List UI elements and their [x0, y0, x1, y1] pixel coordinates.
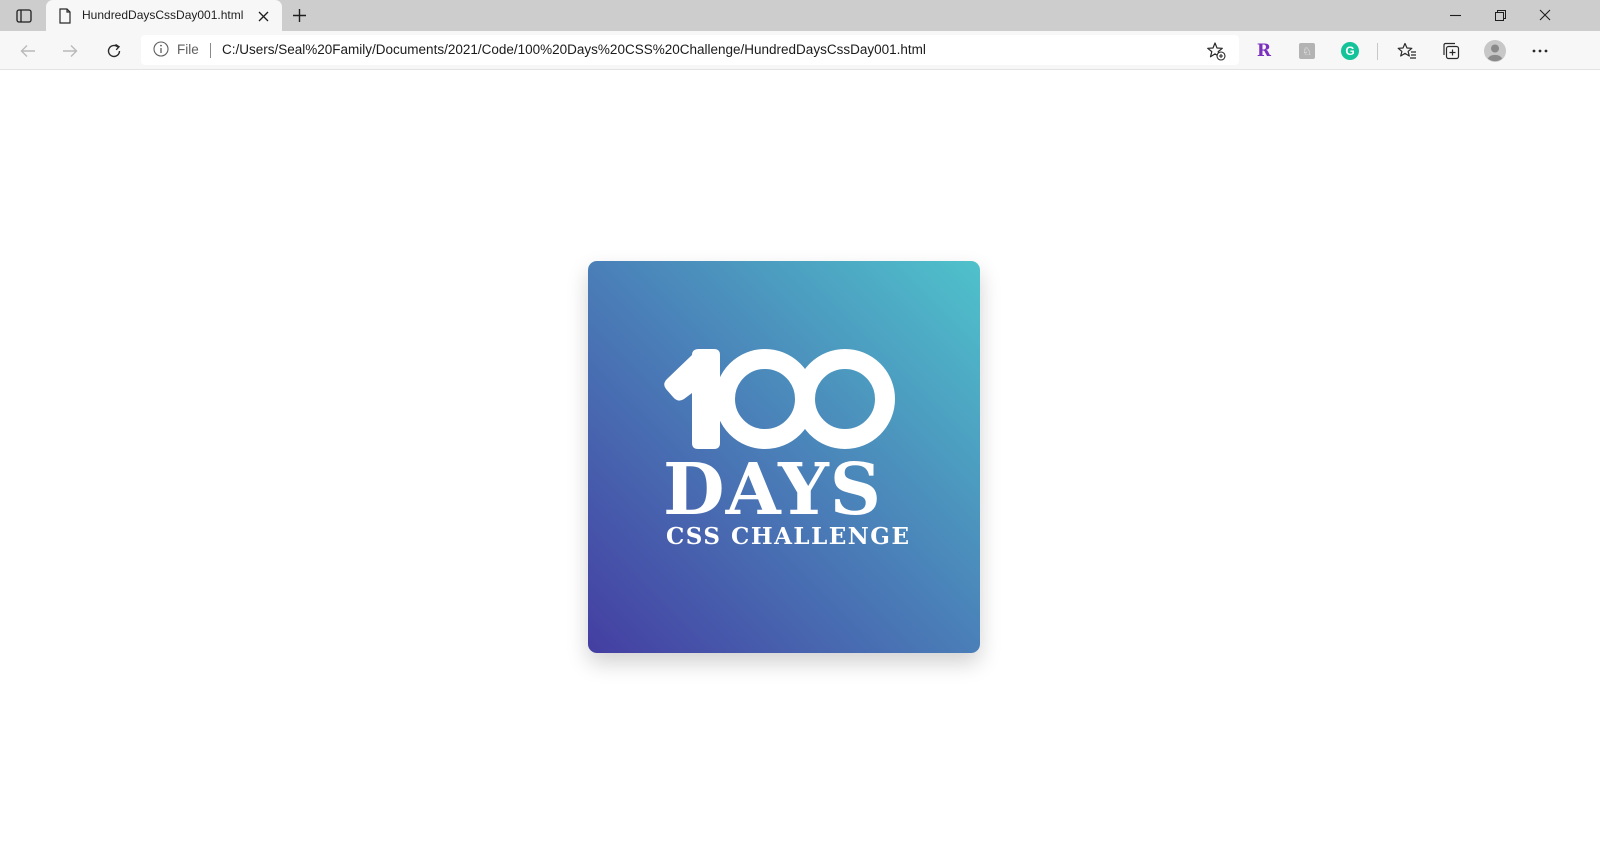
tab-title: HundredDaysCssDay001.html [82, 8, 244, 22]
extension-puzzle-icon: ♘ [1299, 43, 1315, 59]
extension-r-icon: R [1256, 41, 1272, 61]
extension-r-button[interactable]: R [1249, 36, 1279, 66]
more-icon [1532, 49, 1548, 53]
arrow-left-icon [20, 45, 35, 57]
grammarly-icon: G [1341, 42, 1359, 60]
logo-subtitle: CSS CHALLENGE [666, 523, 911, 550]
challenge-card: DAYS CSS CHALLENGE [588, 261, 980, 653]
refresh-icon [107, 43, 121, 58]
active-tab[interactable]: HundredDaysCssDay001.html [46, 0, 282, 31]
collections-icon [1443, 42, 1460, 60]
tab-close-button[interactable] [254, 7, 272, 25]
favorites-icon [1397, 42, 1416, 59]
settings-and-more-button[interactable] [1525, 36, 1555, 66]
tab-strip: HundredDaysCssDay001.html [0, 0, 1600, 31]
browser-toolbar: File C:/Users/Seal%20Family/Documents/20… [0, 31, 1600, 70]
minimize-icon [1449, 14, 1461, 16]
plus-icon [292, 8, 306, 22]
omnibox-divider [210, 43, 211, 58]
collections-button[interactable] [1436, 36, 1466, 66]
address-bar[interactable]: File C:/Users/Seal%20Family/Documents/20… [141, 35, 1239, 65]
back-button[interactable] [14, 37, 42, 65]
url-text[interactable]: C:/Users/Seal%20Family/Documents/2021/Co… [222, 42, 926, 57]
grammarly-extension-button[interactable]: G [1335, 36, 1365, 66]
logo-days-text: DAYS [663, 447, 883, 531]
extension-puzzle-button[interactable]: ♘ [1292, 36, 1322, 66]
favorites-button[interactable] [1392, 36, 1422, 66]
profile-button[interactable] [1480, 36, 1510, 66]
toolbar-separator [1377, 43, 1378, 60]
site-info-label: File [177, 41, 199, 57]
avatar [1484, 40, 1506, 62]
info-icon [153, 41, 169, 57]
restore-button[interactable] [1477, 0, 1523, 30]
restore-icon [1494, 9, 1506, 21]
add-to-favorites-button[interactable] [1205, 40, 1227, 62]
star-add-icon [1207, 42, 1226, 61]
file-icon [59, 8, 71, 24]
close-icon [1539, 9, 1551, 21]
refresh-button[interactable] [100, 37, 128, 65]
site-info-button[interactable]: File [153, 41, 199, 57]
window-close-button[interactable] [1522, 0, 1568, 30]
arrow-right-icon [63, 45, 78, 57]
new-tab-button[interactable] [288, 4, 310, 26]
tab-actions-button[interactable] [8, 4, 40, 28]
close-icon [258, 11, 268, 21]
tab-actions-icon [16, 9, 32, 23]
forward-button[interactable] [56, 37, 84, 65]
logo-100 [664, 349, 895, 449]
minimize-button[interactable] [1432, 0, 1478, 30]
